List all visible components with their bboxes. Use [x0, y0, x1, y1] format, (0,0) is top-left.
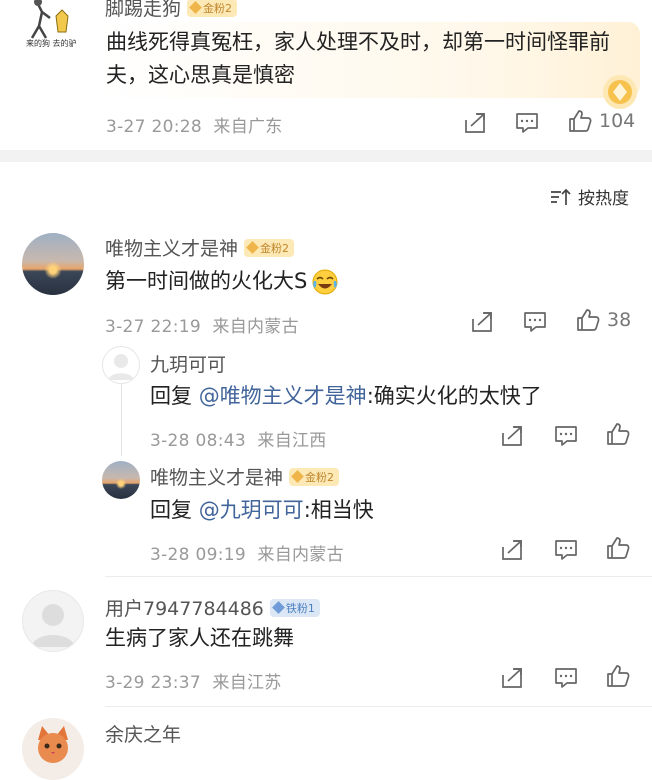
avatar[interactable]: [102, 461, 140, 499]
reply-text: 回复 @唯物主义才是神:确实火化的太快了: [150, 380, 542, 413]
location: 来自江西: [257, 431, 327, 451]
sort-icon: [551, 188, 571, 205]
comment-meta: 3-27 20:28 来自广东: [106, 112, 283, 137]
laughing-tears-emoji-icon: [312, 269, 338, 294]
fan-badge: 铁粉1: [269, 598, 320, 617]
comment-separator: [105, 706, 652, 707]
thread-line: [121, 382, 122, 456]
sort-label: 按热度: [578, 189, 629, 209]
avatar[interactable]: [102, 346, 140, 384]
location: 来自广东: [213, 117, 283, 137]
share-icon[interactable]: [500, 425, 524, 447]
badge-label: 金粉2: [305, 470, 335, 484]
comment-username[interactable]: 余庆之年: [105, 720, 181, 747]
fan-badge: 金粉2: [187, 0, 238, 17]
fan-badge: 金粉2: [289, 467, 340, 486]
reply-prefix: 回复: [150, 498, 192, 522]
comment-username[interactable]: 脚踢走狗 金粉2: [105, 0, 238, 21]
comment-card-1: 来的狗 去的驴 脚踢走狗 金粉2 曲线死得真冤枉，家人处理不及时，却第一时间怪罪前…: [0, 0, 652, 150]
comment-text: 生病了家人还在跳舞: [105, 626, 294, 650]
cat-avatar-image: [38, 726, 68, 763]
like-icon: [577, 309, 600, 331]
like-icon[interactable]: [605, 663, 631, 689]
timestamp: 3-28 08:43: [150, 431, 246, 451]
avatar[interactable]: 来的狗 去的驴: [22, 0, 84, 60]
reply-meta: 3-28 08:43 来自江西: [150, 426, 327, 451]
reply-username[interactable]: 九玥可可: [150, 350, 226, 377]
reply-prefix: 回复: [150, 384, 192, 408]
share-icon[interactable]: [463, 112, 487, 134]
comment-username[interactable]: 唯物主义才是神 金粉2: [105, 234, 295, 261]
reply-content: :相当快: [303, 498, 374, 522]
fan-badge: 金粉2: [244, 238, 295, 257]
reply-content: :确实火化的太快了: [366, 384, 542, 408]
share-icon[interactable]: [500, 539, 524, 561]
avatar[interactable]: [22, 718, 84, 780]
reply-username[interactable]: 唯物主义才是神 金粉2: [150, 463, 340, 490]
comment-text: 第一时间做的火化大S: [105, 265, 339, 298]
timestamp: 3-27 20:28: [106, 117, 202, 137]
comment-icon[interactable]: [554, 539, 578, 561]
badge-label: 铁粉1: [285, 601, 315, 615]
badge-label: 金粉2: [260, 241, 290, 255]
badge-label: 金粉2: [203, 1, 233, 15]
avatar-caption: 来的狗 去的驴: [26, 39, 77, 48]
mention-link[interactable]: @九玥可可: [199, 498, 304, 522]
location: 来自内蒙古: [257, 545, 344, 565]
share-icon[interactable]: [500, 667, 524, 689]
like-count: 38: [607, 309, 632, 331]
comment-meta: 3-27 22:19 来自内蒙古: [105, 312, 299, 337]
like-button[interactable]: 104: [567, 108, 635, 134]
diamond-icon: [272, 601, 285, 614]
award-medal-icon: [600, 72, 640, 112]
diamond-icon: [246, 241, 259, 254]
timestamp: 3-27 22:19: [105, 317, 201, 337]
comment-text: 曲线死得真冤枉，家人处理不及时，却第一时间怪罪前夫，这心思真是慎密: [106, 30, 610, 87]
username-text[interactable]: 唯物主义才是神: [150, 467, 283, 489]
comment-icon[interactable]: [523, 311, 547, 333]
default-user-icon: [108, 354, 134, 380]
reply-meta: 3-28 09:19 来自内蒙古: [150, 540, 344, 565]
location: 来自内蒙古: [212, 317, 299, 337]
avatar[interactable]: [22, 233, 84, 295]
comment-text-content: 第一时间做的火化大S: [105, 269, 308, 293]
like-icon[interactable]: [605, 421, 631, 447]
location: 来自江苏: [212, 673, 282, 693]
timestamp: 3-28 09:19: [150, 545, 246, 565]
comment-username[interactable]: 用户7947784486 铁粉1: [105, 594, 320, 621]
username-text[interactable]: 脚踢走狗: [105, 0, 181, 20]
diamond-icon: [291, 470, 304, 483]
timestamp: 3-29 23:37: [105, 673, 201, 693]
username-text[interactable]: 用户7947784486: [105, 598, 264, 620]
comment-icon[interactable]: [554, 425, 578, 447]
like-icon: [569, 110, 592, 132]
comment-separator: [105, 576, 652, 577]
reply-text: 回复 @九玥可可:相当快: [150, 494, 374, 527]
section-divider: [0, 150, 652, 162]
like-icon[interactable]: [605, 535, 631, 561]
comment-icon[interactable]: [554, 667, 578, 689]
diamond-icon: [189, 1, 202, 14]
sort-by-hot-button[interactable]: 按热度: [550, 184, 629, 209]
default-user-icon: [31, 604, 75, 647]
share-icon[interactable]: [470, 311, 494, 333]
like-button[interactable]: 38: [575, 307, 631, 333]
comment-icon[interactable]: [515, 112, 539, 134]
like-count: 104: [599, 110, 636, 132]
username-text[interactable]: 唯物主义才是神: [105, 238, 238, 260]
mention-link[interactable]: @唯物主义才是神: [199, 384, 367, 408]
comment-meta: 3-29 23:37 来自江苏: [105, 668, 282, 693]
avatar[interactable]: [22, 590, 84, 652]
